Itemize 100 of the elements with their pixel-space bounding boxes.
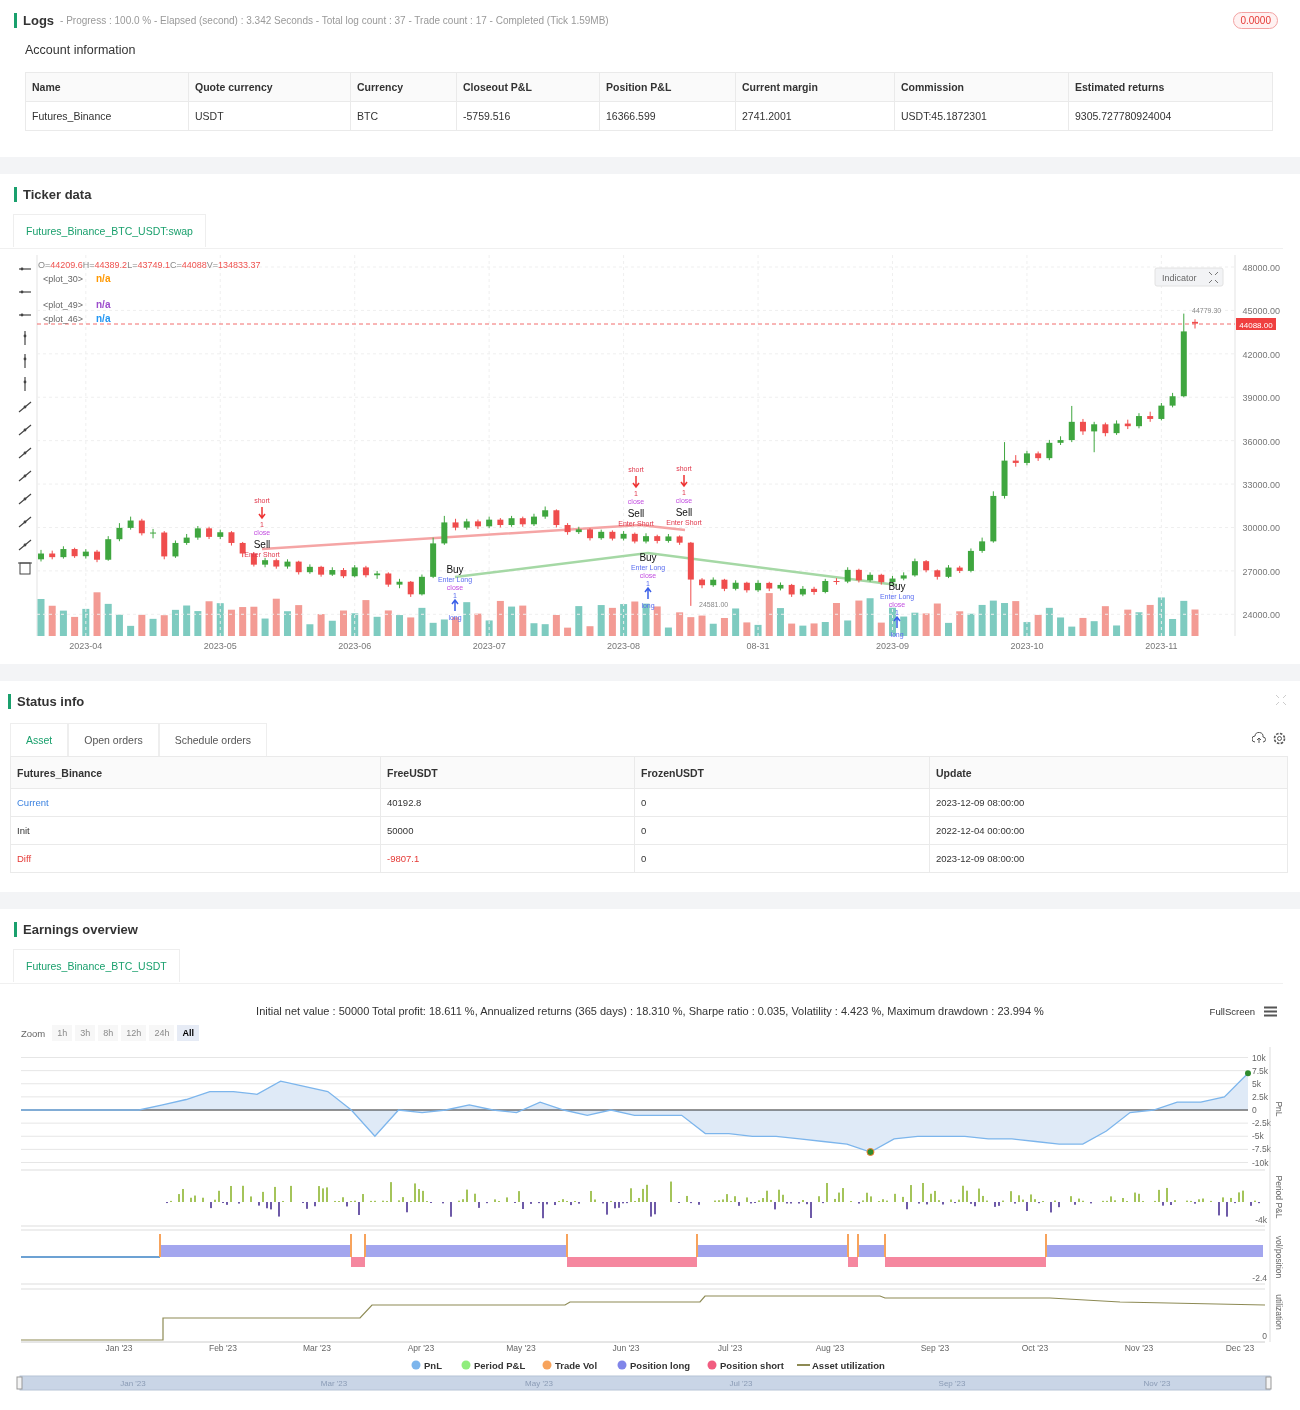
fullscreen-link[interactable]: FullScreen [1209, 1005, 1255, 1017]
column-header: Futures_Binance [10, 756, 381, 789]
x-axis-label: Feb '23 [208, 1343, 238, 1353]
x-axis-label: May '23 [506, 1343, 536, 1353]
performance-summary: Initial net value : 50000 Total profit: 18.611 %, Annualized returns (365 days) : 18.310 %, Sharpe ratio : 0.035, Volatility : 4.423 %, Maximum drawdown : 23.994 % [256, 1005, 1044, 1017]
signal-action: Sell [675, 507, 693, 518]
price-tag: 44088.00 [1236, 318, 1276, 330]
axis-label: -2.4 [1252, 1273, 1267, 1283]
legend-item[interactable]: Period P&L [474, 1360, 526, 1371]
zoom-button[interactable]: All [177, 1025, 199, 1041]
column-header: Name [25, 72, 189, 102]
x-axis-label: 08-31 [746, 641, 770, 651]
plot-name: <plot_49> [43, 300, 84, 310]
axis-title: vol/position [1274, 1235, 1284, 1279]
axis-title: PnL [1274, 1101, 1284, 1117]
subsection-title: Account information [24, 42, 137, 59]
table-cell: Futures_Binance [25, 101, 189, 131]
progress-summary: - Progress : 100.0 % - Elapsed (second) : 3.342 Seconds - Total log count : 37 - Trade count : 17 - Completed (Tick 1.59MB) [60, 14, 609, 26]
y-axis-label: 33000.00 [1242, 480, 1280, 491]
table-cell: USDT:45.1872301 [894, 101, 1069, 131]
column-header: Commission [894, 72, 1069, 102]
table-cell: BTC [350, 101, 457, 131]
x-axis-label: Oct '23 [1021, 1343, 1049, 1353]
y-axis-label: 42000.00 [1242, 349, 1280, 360]
section-title: Status info [17, 693, 85, 709]
column-header: FreeUSDT [380, 756, 635, 789]
column-header: Update [929, 756, 1288, 789]
signal-action: Buy [888, 581, 906, 592]
y-axis-label: -10k [1252, 1157, 1269, 1167]
plot-value: n/a [96, 273, 111, 284]
section-title: Logs [23, 12, 55, 28]
y-axis-label: 30000.00 [1242, 523, 1280, 534]
y-axis-label: 0 [1252, 1105, 1257, 1115]
chart-tab[interactable]: Futures_Binance_BTC_USDT:swap [13, 214, 206, 247]
plot-name: <plot_30> [43, 274, 84, 284]
x-axis-label: Jul '23 [717, 1343, 743, 1353]
table-cell: 50000 [380, 816, 635, 845]
legend-item[interactable]: Position short [720, 1360, 784, 1371]
y-axis-label: 7.5k [1252, 1065, 1269, 1076]
axis-label: -4k [1255, 1215, 1267, 1225]
column-header: Quote currency [188, 72, 351, 102]
indicator-button[interactable]: Indicator [1154, 267, 1224, 287]
table-cell: 0 [634, 816, 930, 845]
x-axis-label: 2023-07 [472, 641, 506, 651]
legend-item[interactable]: Position long [630, 1360, 691, 1371]
x-axis-label: 2023-08 [607, 641, 641, 651]
y-axis-label: 48000.00 [1242, 263, 1280, 273]
section-title: Earnings overview [23, 921, 138, 937]
column-header: Current margin [735, 72, 895, 102]
plot-name: <plot_46> [43, 314, 84, 324]
table-cell: 40192.8 [380, 788, 635, 817]
x-axis-label: Apr '23 [407, 1343, 435, 1353]
zoom-label: Zoom [21, 1027, 46, 1039]
x-axis-label: Nov '23 [1124, 1343, 1154, 1353]
table-cell: -5759.516 [456, 101, 600, 131]
profit-badge: 0.0000 [1233, 11, 1278, 29]
y-axis-label: 24000.00 [1242, 610, 1280, 621]
table-cell: Init [10, 816, 381, 845]
legend-item[interactable]: PnL [424, 1360, 442, 1371]
column-header: Estimated returns [1068, 72, 1273, 102]
x-axis-label: Jun '23 [612, 1343, 640, 1353]
x-axis-label: Aug '23 [815, 1343, 845, 1353]
x-axis-label: Sep '23 [920, 1343, 950, 1353]
status-tab[interactable]: Schedule orders [158, 723, 268, 756]
y-axis-label: -2.5k [1252, 1118, 1271, 1129]
y-axis-label: 39000.00 [1242, 393, 1280, 404]
table-cell: -9807.1 [380, 844, 635, 873]
x-axis-label: Dec '23 [1225, 1343, 1255, 1353]
x-axis-label: 2023-06 [338, 641, 372, 651]
status-tab[interactable]: Open orders [68, 723, 159, 756]
y-axis-label: -5k [1252, 1131, 1264, 1142]
signal-action: Sell [253, 539, 271, 550]
legend-item[interactable]: Asset utilization [812, 1360, 885, 1371]
y-axis-label: 27000.00 [1242, 566, 1280, 577]
axis-title: Period P&L [1274, 1175, 1284, 1219]
column-header: Currency [350, 72, 457, 102]
table-cell: 9305.727780924004 [1068, 101, 1273, 131]
table-cell: 2023-12-09 08:00:00 [929, 844, 1288, 873]
table-cell: 0 [634, 844, 930, 873]
column-header: Position P&L [599, 72, 736, 102]
axis-title: utilization [1274, 1294, 1284, 1330]
table-cell: 2741.2001 [735, 101, 895, 131]
axis-label: 0 [1262, 1331, 1267, 1341]
y-axis-label: -7.5k [1252, 1144, 1271, 1155]
column-header: Closeout P&L [456, 72, 600, 102]
x-axis-label: 2023-11 [1145, 641, 1178, 651]
section-title: Ticker data [23, 186, 92, 202]
x-axis-label: 2023-09 [876, 641, 909, 651]
column-header: FrozenUSDT [634, 756, 930, 789]
signal-action: Buy [446, 564, 464, 575]
y-axis-label: 5k [1252, 1078, 1261, 1089]
legend-item[interactable]: Trade Vol [555, 1360, 598, 1371]
plot-value: n/a [96, 299, 111, 310]
x-axis-label: 2023-10 [1010, 641, 1044, 651]
signal-action: Sell [627, 508, 645, 519]
table-cell: 16366.599 [599, 101, 736, 131]
table-cell: USDT [188, 101, 351, 131]
x-axis-label: 2023-05 [203, 641, 237, 651]
plot-value: n/a [96, 313, 111, 324]
y-axis-label: 2.5k [1252, 1091, 1269, 1102]
